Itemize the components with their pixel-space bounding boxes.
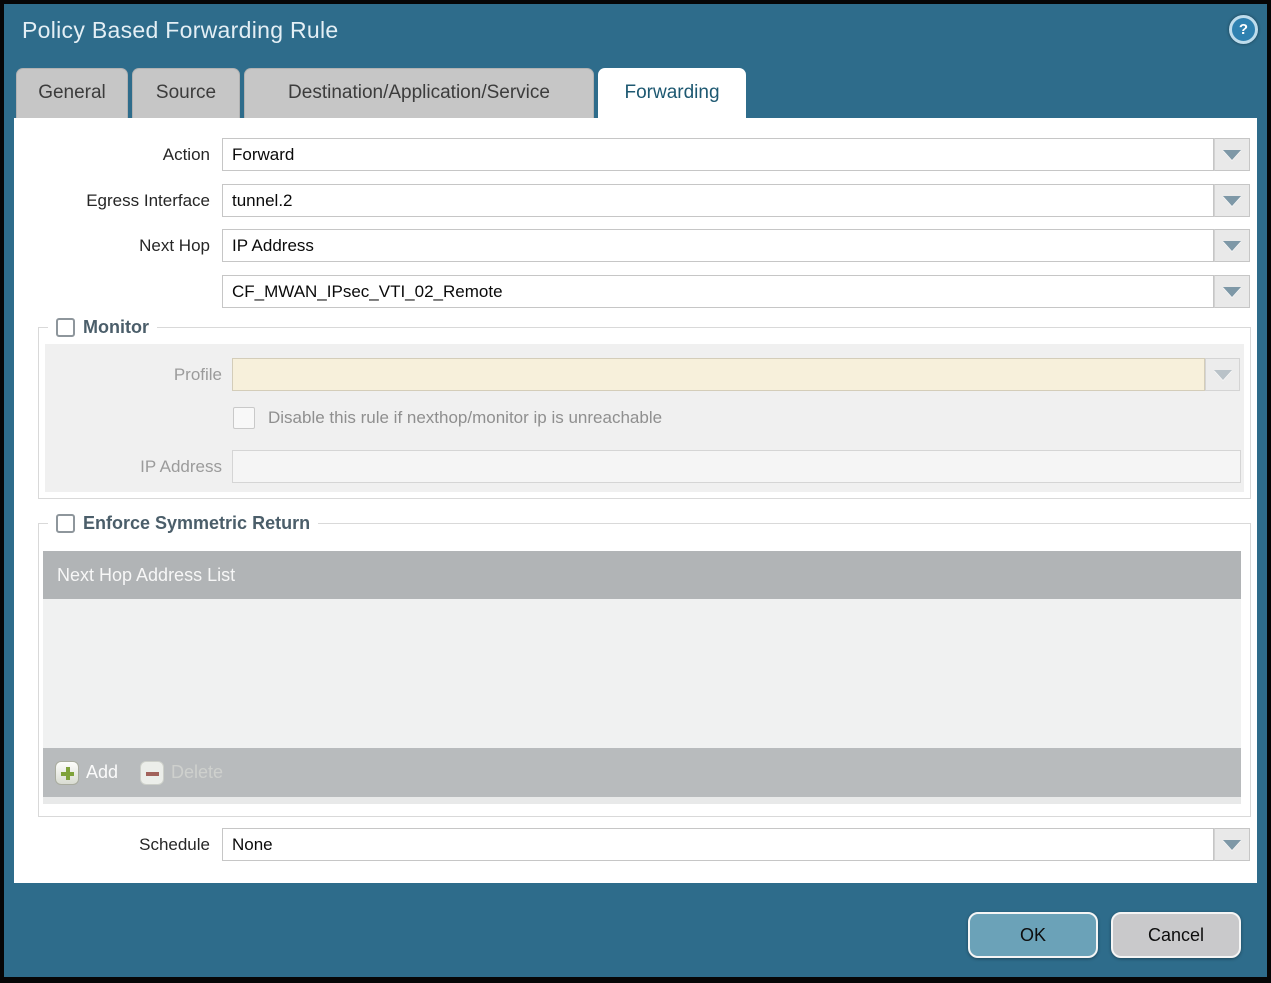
chevron-down-icon — [1223, 196, 1241, 206]
next-hop-address-list-toolbar: Add Delete — [43, 748, 1241, 797]
next-hop-combobox: IP Address — [222, 229, 1250, 262]
profile-dropdown-button — [1205, 358, 1240, 391]
action-combobox: Forward — [222, 138, 1250, 171]
action-label: Action — [14, 138, 210, 171]
chevron-down-icon — [1223, 150, 1241, 160]
cancel-button[interactable]: Cancel — [1111, 912, 1241, 958]
chevron-down-icon — [1214, 370, 1232, 380]
plus-icon — [55, 761, 79, 785]
action-value[interactable]: Forward — [222, 138, 1214, 171]
table-bottom-strip — [43, 797, 1241, 804]
monitor-legend-label: Monitor — [83, 317, 149, 338]
profile-label: Profile — [45, 358, 222, 391]
tab-destination-application-service[interactable]: Destination/Application/Service — [244, 68, 594, 118]
add-button[interactable]: Add — [55, 761, 118, 785]
tab-forwarding[interactable]: Forwarding — [598, 68, 746, 118]
next-hop-address-combobox: CF_MWAN_IPsec_VTI_02_Remote — [222, 275, 1250, 308]
tab-content-forwarding: Action Forward Egress Interface tunnel.2… — [14, 118, 1257, 883]
schedule-dropdown-button[interactable] — [1214, 828, 1250, 861]
egress-interface-label: Egress Interface — [14, 184, 210, 217]
next-hop-address-value[interactable]: CF_MWAN_IPsec_VTI_02_Remote — [222, 275, 1214, 308]
profile-value — [232, 358, 1205, 391]
enforce-symmetric-return-checkbox[interactable] — [56, 514, 75, 533]
next-hop-address-list-table: Next Hop Address List Add Delete — [43, 551, 1241, 804]
chevron-down-icon — [1223, 241, 1241, 251]
schedule-value[interactable]: None — [222, 828, 1214, 861]
egress-interface-value[interactable]: tunnel.2 — [222, 184, 1214, 217]
add-button-label: Add — [86, 762, 118, 783]
ok-button[interactable]: OK — [968, 912, 1098, 958]
next-hop-value[interactable]: IP Address — [222, 229, 1214, 262]
schedule-combobox: None — [222, 828, 1250, 861]
dialog-title: Policy Based Forwarding Rule — [22, 17, 339, 44]
tab-general[interactable]: General — [16, 68, 128, 118]
monitor-ip-address-label: IP Address — [45, 450, 222, 483]
monitor-legend: Monitor — [48, 315, 157, 339]
disable-rule-checkbox — [233, 407, 255, 429]
next-hop-address-dropdown-button[interactable] — [1214, 275, 1250, 308]
egress-interface-combobox: tunnel.2 — [222, 184, 1250, 217]
egress-interface-dropdown-button[interactable] — [1214, 184, 1250, 217]
monitor-checkbox[interactable] — [56, 318, 75, 337]
disable-rule-label: Disable this rule if nexthop/monitor ip … — [268, 407, 662, 429]
schedule-label: Schedule — [14, 828, 210, 861]
chevron-down-icon — [1223, 287, 1241, 297]
delete-button: Delete — [140, 761, 223, 785]
chevron-down-icon — [1223, 840, 1241, 850]
action-dropdown-button[interactable] — [1214, 138, 1250, 171]
next-hop-dropdown-button[interactable] — [1214, 229, 1250, 262]
pbf-rule-dialog: Policy Based Forwarding Rule ? General S… — [0, 0, 1271, 983]
enforce-symmetric-return-legend: Enforce Symmetric Return — [48, 511, 318, 535]
minus-icon — [140, 761, 164, 785]
monitor-ip-address-input — [232, 450, 1241, 483]
tab-source[interactable]: Source — [132, 68, 240, 118]
profile-combobox — [232, 358, 1240, 391]
next-hop-address-list-header: Next Hop Address List — [43, 551, 1241, 599]
tab-bar: General Source Destination/Application/S… — [16, 68, 746, 118]
next-hop-label: Next Hop — [14, 229, 210, 262]
next-hop-address-list-body — [43, 599, 1241, 748]
help-icon[interactable]: ? — [1229, 15, 1258, 44]
enforce-symmetric-return-legend-label: Enforce Symmetric Return — [83, 513, 310, 534]
delete-button-label: Delete — [171, 762, 223, 783]
